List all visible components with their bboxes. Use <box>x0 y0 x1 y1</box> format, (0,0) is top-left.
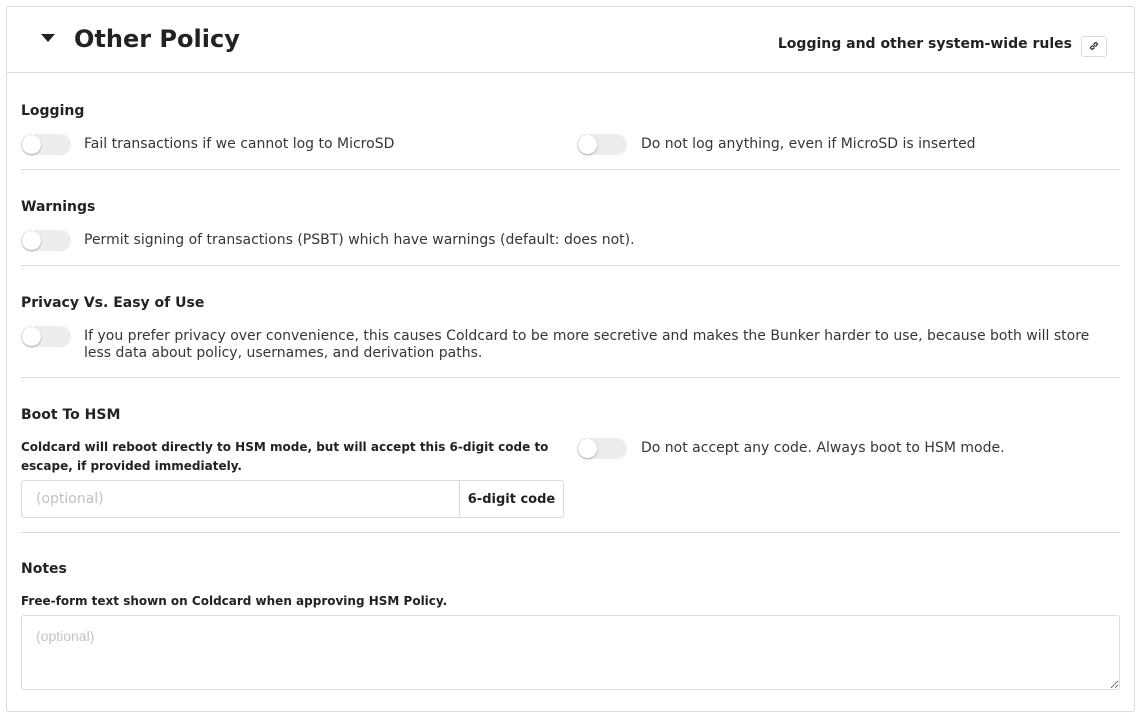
card-header: Other Policy Logging and other system-wi… <box>7 7 1134 73</box>
prefer-privacy-switch[interactable] <box>21 326 71 347</box>
switch-knob <box>578 439 597 458</box>
fail-if-no-log-switch[interactable] <box>21 134 71 155</box>
fail-if-no-log-label: Fail transactions if we cannot log to Mi… <box>84 136 395 152</box>
section-subtitle: Logging and other system-wide rules <box>777 36 1072 52</box>
link-icon <box>1089 39 1099 54</box>
notes-help: Free-form text shown on Coldcard when ap… <box>21 594 448 608</box>
other-policy-card: Other Policy Logging and other system-wi… <box>6 6 1135 712</box>
boot-code-addon: 6-digit code <box>459 480 564 518</box>
permit-warnings-label: Permit signing of transactions (PSBT) wh… <box>84 232 635 248</box>
switch-knob <box>578 135 597 154</box>
boot-code-input[interactable] <box>21 480 460 518</box>
no-code-label: Do not accept any code. Always boot to H… <box>641 440 1005 456</box>
divider <box>21 377 1120 378</box>
privacy-title: Privacy Vs. Easy of Use <box>21 295 205 311</box>
divider <box>21 169 1120 170</box>
never-log-label: Do not log anything, even if MicroSD is … <box>641 136 976 152</box>
prefer-privacy-label: If you prefer privacy over convenience, … <box>84 328 1090 361</box>
divider <box>21 265 1120 266</box>
boot-to-hsm-help: Coldcard will reboot directly to HSM mod… <box>21 440 549 473</box>
switch-knob <box>22 135 41 154</box>
warnings-title: Warnings <box>21 199 96 215</box>
no-code-switch[interactable] <box>577 438 627 459</box>
notes-title: Notes <box>21 561 67 577</box>
caret-down-icon[interactable] <box>39 31 57 45</box>
switch-knob <box>22 327 41 346</box>
notes-textarea[interactable] <box>21 615 1120 690</box>
logging-title: Logging <box>21 103 85 119</box>
permit-warnings-switch[interactable] <box>21 230 71 251</box>
section-title: Other Policy <box>74 25 240 53</box>
boot-to-hsm-title: Boot To HSM <box>21 407 121 423</box>
switch-knob <box>22 231 41 250</box>
divider <box>21 532 1120 533</box>
permalink-button[interactable] <box>1081 36 1107 57</box>
never-log-switch[interactable] <box>577 134 627 155</box>
